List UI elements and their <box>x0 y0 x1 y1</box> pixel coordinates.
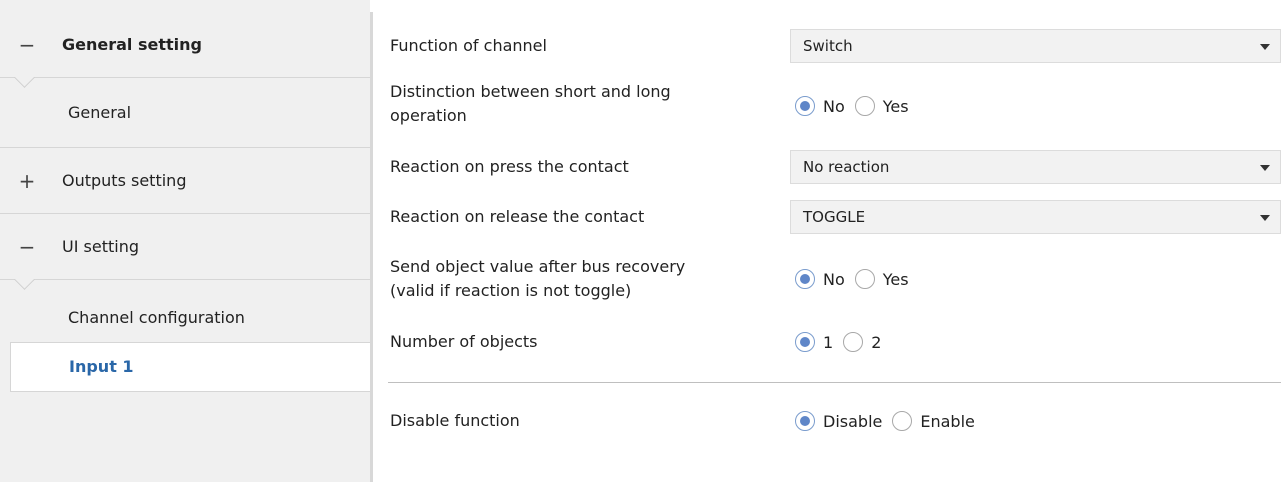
radio-checked-icon[interactable] <box>795 332 815 352</box>
dropdown-value: No reaction <box>803 158 890 176</box>
disable-function-radio-disable[interactable]: Disable <box>795 411 882 431</box>
chevron-down-icon <box>1260 215 1270 221</box>
sidebar-item-label: Outputs setting <box>62 171 187 190</box>
number-of-objects-radio-1[interactable]: 1 <box>795 332 833 352</box>
send-after-recovery-label-line1: Send object value after bus recovery <box>390 257 686 276</box>
radio-unchecked-icon[interactable] <box>843 332 864 352</box>
sidebar-item-channel-configuration[interactable]: Channel configuration <box>0 280 370 342</box>
dropdown-value: TOGGLE <box>803 208 866 226</box>
radio-unchecked-icon[interactable] <box>854 96 875 116</box>
send-after-recovery-label: Send object value after bus recovery (va… <box>390 255 685 303</box>
sidebar-item-outputs-setting[interactable]: + Outputs setting <box>0 148 370 214</box>
disable-function-radio-group: Disable Enable <box>795 408 985 434</box>
collapse-icon[interactable]: − <box>18 12 36 78</box>
chevron-down-icon <box>1260 44 1270 50</box>
number-of-objects-radio-2[interactable]: 2 <box>843 332 881 352</box>
radio-checked-icon[interactable] <box>795 411 815 431</box>
radio-unchecked-icon[interactable] <box>892 411 913 431</box>
radio-label: 2 <box>871 332 882 352</box>
distinction-label: Distinction between short and long opera… <box>390 80 671 128</box>
radio-label: Yes <box>882 269 909 289</box>
function-of-channel-dropdown[interactable]: Switch <box>790 29 1281 63</box>
distinction-radio-no[interactable]: No <box>795 96 845 116</box>
sidebar-item-general[interactable]: General <box>0 78 370 148</box>
sidebar-item-input-1[interactable]: Input 1 <box>10 342 370 392</box>
sidebar-item-label: General <box>68 103 132 122</box>
distinction-radio-group: No Yes <box>795 93 919 119</box>
reaction-release-label: Reaction on release the contact <box>390 207 645 226</box>
radio-label: Disable <box>823 411 883 431</box>
radio-label: 1 <box>823 332 834 352</box>
reaction-press-label: Reaction on press the contact <box>390 157 629 176</box>
number-of-objects-radio-group: 1 2 <box>795 329 891 355</box>
number-of-objects-label: Number of objects <box>390 332 538 351</box>
distinction-label-line2: operation <box>390 106 467 125</box>
reaction-release-dropdown[interactable]: TOGGLE <box>790 200 1281 234</box>
send-after-recovery-radio-group: No Yes <box>795 266 919 292</box>
collapse-icon[interactable]: − <box>18 214 36 280</box>
sidebar-item-label: Input 1 <box>69 357 134 376</box>
radio-label: Yes <box>882 96 909 116</box>
radio-label: No <box>823 96 845 116</box>
dropdown-value: Switch <box>803 37 853 55</box>
section-divider <box>388 382 1281 383</box>
chevron-down-icon <box>1260 165 1270 171</box>
distinction-label-line1: Distinction between short and long <box>390 82 671 101</box>
radio-label: No <box>823 269 845 289</box>
disable-function-label: Disable function <box>390 411 520 430</box>
function-of-channel-label: Function of channel <box>390 36 547 55</box>
radio-unchecked-icon[interactable] <box>854 269 875 289</box>
send-after-recovery-label-line2: (valid if reaction is not toggle) <box>390 281 632 300</box>
disable-function-radio-enable[interactable]: Enable <box>892 411 975 431</box>
sidebar-item-ui-setting[interactable]: − UI setting <box>0 214 370 280</box>
radio-checked-icon[interactable] <box>795 96 815 116</box>
sidebar-divider <box>370 12 373 482</box>
sidebar-item-label: General setting <box>62 35 202 54</box>
reaction-press-dropdown[interactable]: No reaction <box>790 150 1281 184</box>
send-after-recovery-radio-yes[interactable]: Yes <box>854 269 909 289</box>
radio-checked-icon[interactable] <box>795 269 815 289</box>
sidebar-item-general-setting[interactable]: − General setting <box>0 12 370 78</box>
send-after-recovery-radio-no[interactable]: No <box>795 269 845 289</box>
radio-label: Enable <box>920 411 975 431</box>
sidebar: − General setting General + Outputs sett… <box>0 0 370 482</box>
distinction-radio-yes[interactable]: Yes <box>854 96 909 116</box>
sidebar-item-label: UI setting <box>62 237 139 256</box>
expand-icon[interactable]: + <box>18 148 36 214</box>
